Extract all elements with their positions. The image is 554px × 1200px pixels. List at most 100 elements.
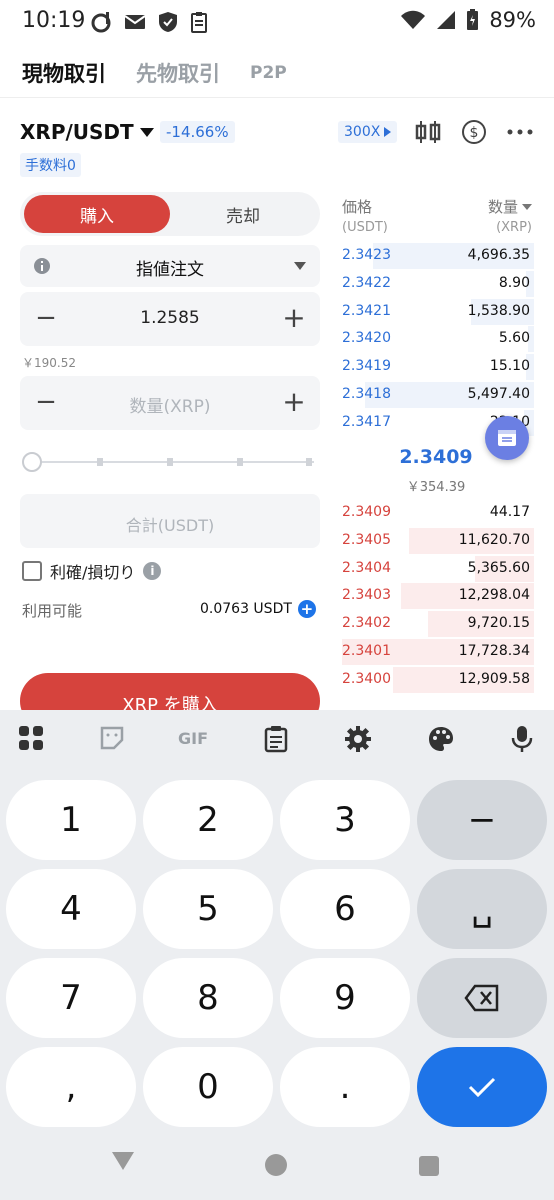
price-column-header: 価格 — [342, 198, 373, 216]
ask-price: 2.3417 — [342, 413, 391, 430]
home-icon[interactable] — [265, 1154, 287, 1176]
key-8[interactable]: 8 — [143, 958, 273, 1038]
price-input[interactable]: 1.2585 — [70, 308, 270, 328]
candlestick-chart-icon[interactable] — [414, 118, 442, 146]
key-7[interactable]: 7 — [6, 958, 136, 1038]
more-options-icon[interactable] — [506, 118, 534, 146]
info-icon[interactable]: i — [143, 562, 162, 580]
status-bar: 10:19 89% — [0, 0, 554, 46]
quantity-column-header[interactable]: 数量 — [488, 196, 532, 217]
key-comma[interactable]: , — [6, 1047, 136, 1127]
key-backspace[interactable] — [417, 958, 547, 1038]
quantity-increase-button[interactable]: + — [280, 388, 308, 416]
add-funds-icon[interactable]: + — [297, 600, 316, 618]
gif-button[interactable]: GIF — [178, 729, 208, 748]
quantity-input[interactable]: 数量(XRP) — [70, 392, 270, 417]
dollar-circle-icon[interactable]: $ — [460, 118, 488, 146]
price-increase-button[interactable]: + — [280, 304, 308, 332]
microphone-icon[interactable] — [511, 725, 533, 753]
tab-futures[interactable]: 先物取引 — [136, 58, 220, 88]
battery-icon — [467, 9, 479, 30]
floating-window-button[interactable] — [485, 416, 529, 460]
key-done[interactable] — [417, 1047, 547, 1127]
ask-order-row[interactable]: 2.3423 4,696.35 — [338, 243, 534, 269]
key-1[interactable]: 1 — [6, 780, 136, 860]
slider-tick — [237, 458, 243, 466]
key-minus[interactable]: − — [417, 780, 547, 860]
recents-icon[interactable] — [419, 1156, 439, 1176]
key-5[interactable]: 5 — [143, 869, 273, 949]
key-space[interactable]: ␣ — [417, 869, 547, 949]
apps-icon[interactable] — [18, 725, 44, 751]
play-arrow-icon — [384, 127, 392, 137]
tab-p2p[interactable]: P2P — [250, 63, 287, 83]
buy-tab[interactable]: 購入 — [24, 195, 170, 233]
bid-order-row[interactable]: 2.3405 11,620.70 — [338, 527, 534, 554]
bid-order-row[interactable]: 2.3409 44.17 — [338, 500, 534, 526]
bid-price: 2.3401 — [342, 643, 391, 659]
fee-badge: 手数料0 — [20, 153, 81, 177]
clipboard-icon[interactable] — [264, 725, 288, 753]
ask-order-row[interactable]: 2.3418 5,497.40 — [338, 382, 534, 408]
ask-order-row[interactable]: 2.3420 5.60 — [338, 326, 534, 353]
key-3[interactable]: 3 — [280, 780, 410, 860]
sell-tab[interactable]: 売却 — [170, 195, 316, 233]
slider-tick — [97, 458, 103, 466]
amount-slider[interactable] — [20, 452, 320, 472]
tpsl-checkbox[interactable] — [22, 561, 42, 581]
slider-tick — [167, 458, 173, 466]
ask-order-row[interactable]: 2.3422 8.90 — [338, 270, 534, 297]
ask-price: 2.3423 — [342, 247, 391, 263]
bid-order-row[interactable]: 2.3404 5,365.60 — [338, 555, 534, 582]
ask-quantity: 5,497.40 — [467, 386, 530, 402]
slider-handle[interactable] — [22, 452, 42, 472]
bid-order-row[interactable]: 2.3402 9,720.15 — [338, 611, 534, 638]
bid-quantity: 44.17 — [489, 504, 530, 520]
tab-spot[interactable]: 現物取引 — [22, 58, 106, 88]
available-label: 利用可能 — [22, 602, 83, 620]
chevron-down-icon — [522, 203, 532, 210]
ask-price: 2.3419 — [342, 358, 391, 375]
ask-quantity: 1,538.90 — [467, 302, 530, 319]
bid-price: 2.3400 — [342, 670, 391, 687]
settings-gear-icon[interactable] — [344, 725, 372, 753]
order-type-select[interactable]: 指値注文 — [20, 245, 320, 287]
dropdown-arrow-icon — [294, 262, 306, 270]
price-decrease-button[interactable]: − — [32, 304, 60, 332]
palette-icon[interactable] — [427, 725, 455, 753]
available-value: 0.0763 USDT — [200, 601, 292, 617]
leverage-button[interactable]: 300X — [338, 121, 398, 143]
bid-order-row[interactable]: 2.3400 12,909.58 — [338, 666, 534, 693]
quantity-column-unit: (XRP) — [496, 220, 532, 235]
slider-tick — [306, 458, 312, 466]
ask-order-row[interactable]: 2.3419 15.10 — [338, 354, 534, 381]
wifi-icon — [401, 10, 426, 29]
bid-order-row[interactable]: 2.3401 17,728.34 — [338, 639, 534, 665]
bid-order-row[interactable]: 2.3403 12,298.04 — [338, 583, 534, 610]
ask-price: 2.3420 — [342, 330, 391, 347]
leverage-label: 300X — [344, 124, 381, 140]
ask-order-row[interactable]: 2.3421 1,538.90 — [338, 298, 534, 325]
ask-quantity: 4,696.35 — [467, 247, 530, 263]
ask-quantity: 15.10 — [489, 358, 530, 375]
key-0[interactable]: 0 — [143, 1047, 273, 1127]
quantity-decrease-button[interactable]: − — [32, 388, 60, 416]
bid-price: 2.3402 — [342, 615, 391, 632]
key-4[interactable]: 4 — [6, 869, 136, 949]
bid-price: 2.3404 — [342, 559, 391, 576]
pair-selector[interactable]: XRP/USDT — [20, 120, 154, 144]
key-9[interactable]: 9 — [280, 958, 410, 1038]
bid-quantity: 12,909.58 — [458, 670, 530, 687]
bid-quantity: 17,728.34 — [458, 643, 530, 659]
back-icon[interactable] — [112, 1152, 134, 1170]
ask-price: 2.3418 — [342, 386, 391, 402]
total-field[interactable]: 合計(USDT) — [20, 494, 320, 548]
window-icon — [498, 430, 516, 446]
bid-quantity: 11,620.70 — [458, 531, 530, 548]
numeric-keyboard: 1 2 3 − 4 5 6 ␣ 7 8 9 , 0 . — [0, 768, 554, 1200]
bid-price: 2.3405 — [342, 531, 391, 548]
key-2[interactable]: 2 — [143, 780, 273, 860]
key-6[interactable]: 6 — [280, 869, 410, 949]
sticker-icon[interactable] — [99, 725, 125, 751]
key-period[interactable]: . — [280, 1047, 410, 1127]
